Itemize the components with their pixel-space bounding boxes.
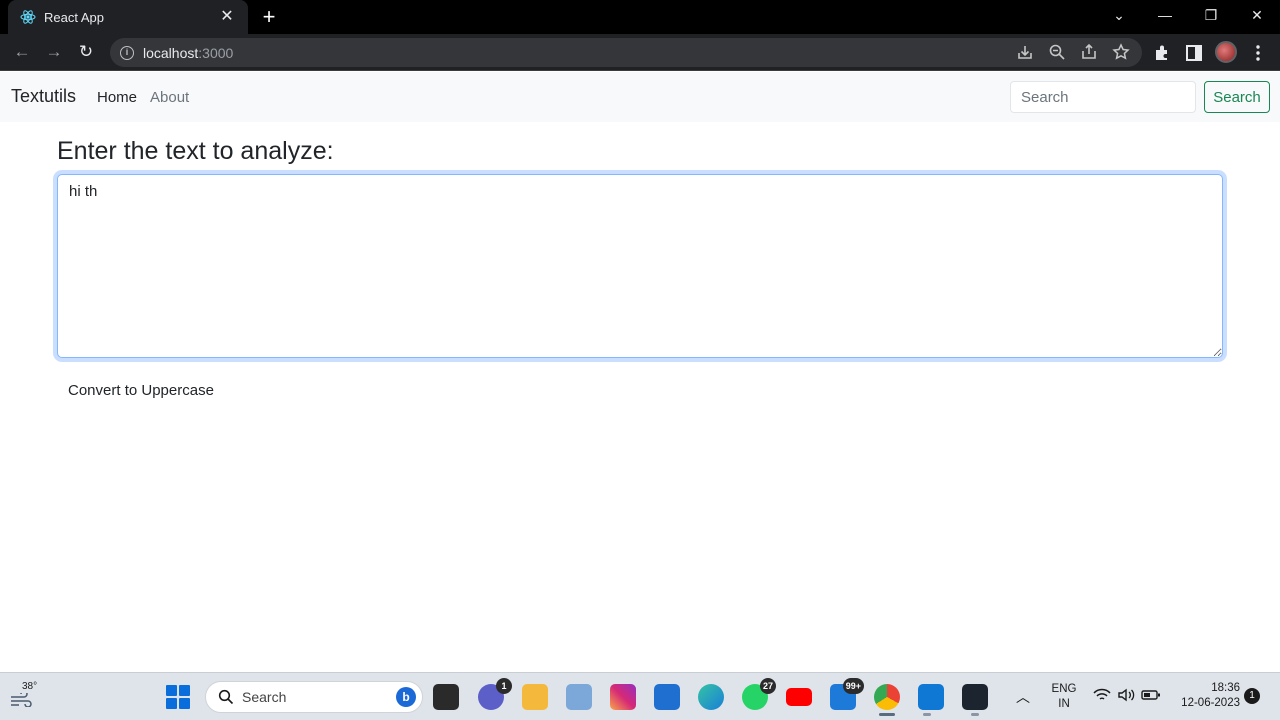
whatsapp-badge: 27 — [759, 678, 776, 694]
chrome-icon[interactable] — [874, 684, 900, 710]
weather-widget[interactable]: 38° — [8, 681, 48, 713]
bing-icon[interactable]: b — [396, 687, 416, 707]
profile-avatar[interactable] — [1215, 41, 1237, 63]
search-input[interactable] — [1010, 81, 1196, 113]
store-icon[interactable] — [654, 684, 680, 710]
terminal-running-indicator — [971, 713, 979, 716]
react-favicon-icon — [20, 10, 36, 24]
zoom-icon[interactable] — [1048, 43, 1066, 61]
youtube-icon[interactable] — [786, 688, 812, 706]
file-explorer-icon[interactable] — [522, 684, 548, 710]
tray-overflow-icon[interactable]: ︿ — [1016, 687, 1030, 707]
vscode-icon[interactable] — [918, 684, 944, 710]
minimize-icon[interactable]: — — [1142, 0, 1188, 30]
tab-title: React App — [44, 9, 104, 25]
nav-link-home[interactable]: Home — [97, 89, 137, 106]
chat-badge: 1 — [496, 678, 512, 694]
language-indicator[interactable]: ENG IN — [1050, 682, 1078, 712]
tab-search-icon[interactable]: ⌄ — [1096, 0, 1142, 30]
browser-tab-strip: React App ✕ + ⌄ — ❐ ✕ — [0, 0, 1280, 34]
info-icon[interactable]: i — [120, 45, 134, 60]
weather-temperature: 38° — [22, 681, 38, 692]
bookmark-star-icon[interactable] — [1112, 43, 1130, 61]
weather-wind-icon — [11, 693, 32, 707]
search-icon — [218, 689, 234, 705]
language-line-2: IN — [1058, 698, 1070, 710]
system-clock[interactable]: 18:36 12-06-2023 — [1170, 681, 1240, 711]
whatsapp-icon[interactable]: 27 — [742, 678, 776, 710]
page-heading: Enter the text to analyze: — [57, 137, 334, 165]
url-host: localhost — [143, 44, 199, 61]
address-bar[interactable]: i localhost:3000 — [110, 38, 1142, 67]
photos-icon[interactable] — [566, 684, 592, 710]
back-icon[interactable]: ← — [10, 40, 34, 64]
chrome-active-indicator — [879, 713, 895, 716]
text-input-area[interactable]: hi th — [57, 174, 1223, 358]
volume-icon[interactable] — [1117, 687, 1135, 703]
instagram-icon[interactable] — [610, 684, 636, 710]
battery-icon[interactable] — [1141, 687, 1161, 703]
reload-icon[interactable]: ↻ — [74, 40, 98, 64]
mail-icon[interactable]: 99+ — [830, 678, 864, 710]
navbar-brand[interactable]: Textutils — [11, 86, 76, 107]
search-button[interactable]: Search — [1204, 81, 1270, 113]
clock-time: 18:36 — [1211, 682, 1240, 694]
app-navbar: Textutils Home About Search — [0, 72, 1280, 122]
url-port: :3000 — [198, 44, 234, 61]
restore-icon[interactable]: ❐ — [1188, 0, 1234, 30]
windows-taskbar: 38° Search b 1 27 99+ ︿ ENG IN 18:36 12-… — [0, 672, 1280, 720]
new-tab-button[interactable]: + — [258, 6, 280, 28]
edge-icon[interactable] — [698, 684, 724, 710]
language-line-1: ENG — [1051, 683, 1077, 695]
vscode-running-indicator — [923, 713, 931, 716]
teams-chat-icon[interactable]: 1 — [478, 678, 512, 710]
windows-start-icon[interactable] — [166, 685, 190, 709]
window-close-icon[interactable]: ✕ — [1234, 0, 1280, 30]
notification-count-badge[interactable]: 1 — [1244, 688, 1260, 704]
mail-badge: 99+ — [842, 678, 864, 694]
nav-link-about[interactable]: About — [150, 89, 189, 106]
extensions-icon[interactable] — [1152, 43, 1172, 63]
menu-icon[interactable] — [1248, 43, 1268, 63]
side-panel-icon[interactable] — [1184, 43, 1204, 63]
clock-date: 12-06-2023 — [1181, 697, 1240, 709]
forward-icon[interactable]: → — [42, 40, 66, 64]
taskbar-search-label: Search — [242, 689, 287, 705]
share-icon[interactable] — [1080, 43, 1098, 61]
browser-tab-react-app[interactable]: React App ✕ — [8, 0, 248, 34]
taskbar-search-box[interactable]: Search b — [205, 681, 423, 713]
tab-close-icon[interactable]: ✕ — [218, 8, 236, 26]
install-icon[interactable] — [1016, 43, 1034, 61]
wifi-icon[interactable] — [1093, 687, 1111, 703]
browser-toolbar: ← → ↻ i localhost:3000 — [0, 34, 1280, 71]
terminal-icon[interactable] — [962, 684, 988, 710]
task-view-icon[interactable] — [433, 684, 459, 710]
convert-uppercase-button[interactable]: Convert to Uppercase — [57, 375, 225, 405]
